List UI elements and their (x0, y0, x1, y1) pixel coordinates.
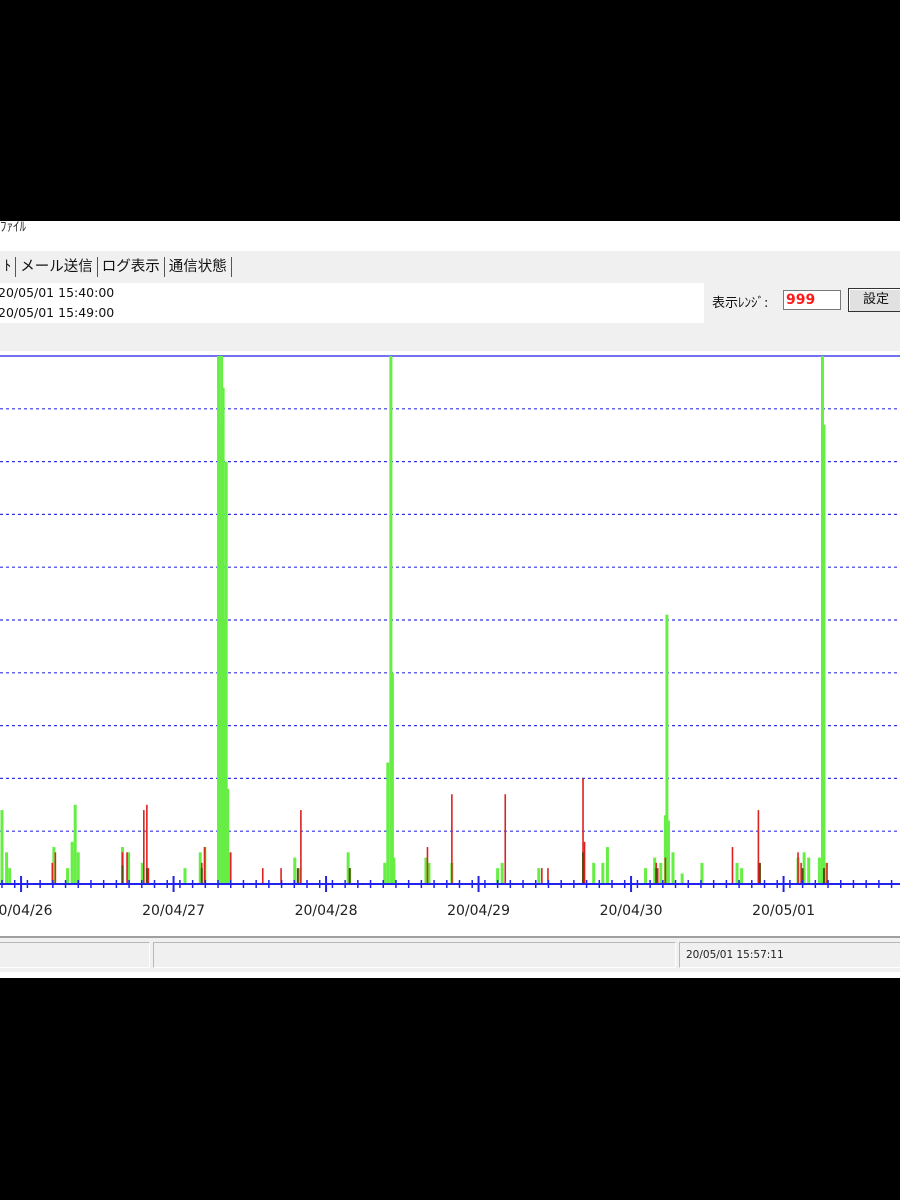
bar-dark (758, 862, 761, 884)
bar-red (54, 852, 57, 884)
bar-green (8, 868, 12, 884)
bar-red (797, 852, 799, 884)
bar-green (644, 868, 648, 884)
bar-dark (582, 852, 585, 884)
bar-green (392, 857, 396, 884)
bar-red (541, 868, 543, 884)
bar-dark (145, 868, 148, 884)
x-tick-label: 20/04/26 (0, 903, 53, 919)
bar-green (0, 810, 4, 884)
bar-dark (200, 868, 203, 884)
bar-green (659, 862, 663, 884)
bar-red (300, 810, 302, 884)
bar-green (390, 672, 394, 884)
bar-green (76, 852, 80, 884)
x-tick-label: 20/04/30 (600, 903, 663, 919)
bar-green (500, 862, 504, 884)
bar-green (5, 852, 9, 884)
tab-strip: ﾄ メール送信 ログ表示 通信状態 (0, 255, 232, 279)
bar-green (740, 868, 744, 884)
bar-red (143, 810, 145, 884)
tab-mail-send[interactable]: メール送信 (16, 256, 97, 278)
status-pane-1 (0, 942, 150, 968)
tab-divider (230, 257, 232, 277)
set-button[interactable]: 設定 (848, 288, 900, 312)
bar-red (261, 868, 264, 884)
x-tick-label: 20/04/29 (447, 903, 510, 919)
display-range-input[interactable]: 999 (783, 290, 841, 310)
bar-green (183, 868, 187, 884)
status-pane-time: 20/05/01 15:57:11 (679, 942, 900, 968)
bar-green (592, 862, 596, 884)
bar-green (537, 868, 541, 884)
bar-red (664, 857, 667, 884)
bar-green (807, 857, 811, 884)
bar-red (451, 794, 453, 884)
bar-dark (822, 868, 825, 884)
time-range-panel: 20/05/01 15:40:00 20/05/01 15:49:00 (0, 283, 704, 323)
monitor-window: ﾌｧｲﾙ ﾄ メール送信 ログ表示 通信状態 20/05/01 15:40:00… (0, 221, 900, 978)
bar-green (735, 862, 739, 884)
bar-dark (121, 865, 124, 884)
bar-green (70, 841, 74, 884)
tab-log-view[interactable]: ログ表示 (98, 256, 164, 278)
trend-chart: 20/04/26 20/04/27 20/04/28 20/04/29 20/04/30… (0, 355, 900, 919)
bar-red (504, 794, 507, 884)
range-end-time: 20/05/01 15:49:00 (0, 305, 115, 320)
bar-green (601, 862, 605, 884)
bar-green (822, 424, 826, 884)
display-range-label: 表示ﾚﾝｼﾞ: (712, 296, 769, 311)
x-tick-label: 20/05/01 (752, 903, 815, 919)
bar-green (605, 847, 609, 884)
bar-red (204, 847, 206, 884)
bar-green (386, 762, 390, 884)
status-timestamp: 20/05/01 15:57:11 (686, 949, 784, 961)
bar-dark (655, 868, 658, 884)
tab-comm-status[interactable]: 通信状態 (165, 256, 231, 278)
bar-green (680, 873, 684, 884)
bar-green (73, 804, 77, 884)
bar-green (666, 820, 670, 884)
range-start-time: 20/05/01 15:40:00 (0, 285, 115, 300)
bar-green (66, 868, 70, 884)
bar-red (731, 847, 734, 884)
status-bar: 20/05/01 15:57:11 (0, 936, 900, 972)
bar-green (671, 852, 675, 884)
bar-red (426, 847, 429, 884)
tab-partial[interactable]: ﾄ (0, 256, 15, 278)
bar-dark (348, 868, 351, 884)
window-title: ﾌｧｲﾙ (0, 221, 26, 235)
status-pane-2 (153, 942, 676, 968)
bar-red (229, 852, 232, 884)
bar-green (817, 857, 821, 884)
bar-red (126, 852, 128, 884)
bar-dark (296, 868, 299, 884)
x-tick-label: 20/04/28 (295, 903, 358, 919)
x-tick-label: 20/04/27 (142, 903, 205, 919)
